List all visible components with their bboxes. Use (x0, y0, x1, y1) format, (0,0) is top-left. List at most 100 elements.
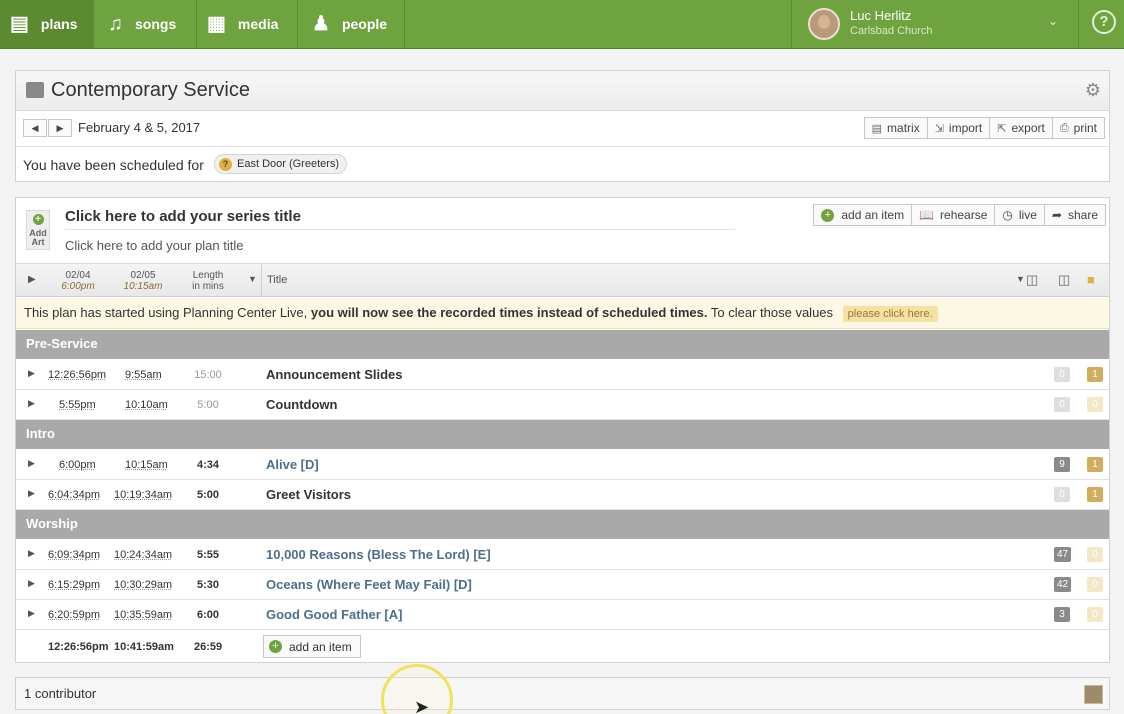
user-menu[interactable]: Luc Herlitz Carlsbad Church ⌄ (791, 0, 1079, 48)
plan-item-row[interactable]: ▶ 6:04:34pm 10:19:34am 5:00 Greet Visitors 0 1 (16, 480, 1109, 510)
attachments-count[interactable]: 0 (1054, 397, 1070, 412)
section-header[interactable]: Worship (16, 510, 1109, 539)
section-header[interactable]: Intro (16, 420, 1109, 449)
time-col-1[interactable]: 02/04 6:00pm (58, 270, 98, 292)
rehearse-button[interactable]: 📖 rehearse (911, 204, 996, 226)
caret-down-icon[interactable]: ▼ (248, 274, 257, 284)
expand-icon[interactable]: ▶ (28, 458, 35, 469)
time-2[interactable]: 10:24:34am (114, 549, 172, 561)
item-length[interactable]: 5:00 (188, 399, 228, 411)
time-1[interactable]: 6:00pm (59, 459, 96, 471)
notes-count[interactable]: 1 (1087, 457, 1103, 472)
expand-icon[interactable]: ▶ (28, 578, 35, 589)
clear-times-link[interactable]: please click here. (842, 306, 938, 322)
item-length[interactable]: 4:34 (188, 459, 228, 471)
tab-media[interactable]: ▦ media (197, 0, 298, 48)
play-all-icon[interactable]: ▶ (28, 274, 36, 285)
import-button[interactable]: ⇲ import (926, 117, 991, 139)
notes-count[interactable]: 1 (1087, 487, 1103, 502)
gear-icon[interactable]: ⚙ (1085, 80, 1101, 101)
time-2[interactable]: 10:15am (125, 459, 168, 471)
attachments-count[interactable]: 3 (1054, 607, 1070, 622)
notes-count[interactable]: 0 (1087, 607, 1103, 622)
expand-icon[interactable]: ▶ (28, 488, 35, 499)
attachments-count[interactable]: 42 (1054, 577, 1072, 592)
position-badge[interactable]: ? East Door (Greeters) (214, 154, 348, 174)
plan-title[interactable]: Click here to add your plan title (65, 238, 243, 253)
item-length[interactable]: 5:00 (188, 489, 228, 501)
notes-count[interactable]: 0 (1087, 397, 1103, 412)
item-title[interactable]: Greet Visitors (266, 487, 351, 502)
help-icon[interactable]: ? (1092, 10, 1116, 34)
next-plan-button[interactable]: ▶ (48, 119, 72, 137)
time-1[interactable]: 12:26:56pm (48, 369, 106, 381)
plan-item-row[interactable]: ▶ 6:15:29pm 10:30:29am 5:30 Oceans (Where Fe… (16, 570, 1109, 600)
item-length[interactable]: 15:00 (188, 369, 228, 381)
item-length[interactable]: 6:00 (188, 609, 228, 621)
time-col-2[interactable]: 02/05 10:15am (122, 270, 164, 292)
plan-item-row[interactable]: ▶ 12:26:56pm 9:55am 15:00 Announcement Slide… (16, 360, 1109, 390)
plan-item-row[interactable]: ▶ 6:00pm 10:15am 4:34 Alive [D] 9 1 (16, 450, 1109, 480)
expand-icon[interactable]: ▶ (28, 548, 35, 559)
tab-songs[interactable]: ♫ songs (94, 0, 197, 48)
item-title[interactable]: Oceans (Where Feet May Fail) [D] (266, 577, 472, 592)
contributors-bar: 1 contributor (15, 677, 1110, 710)
note-icon[interactable]: ■ (1087, 272, 1095, 287)
tab-people[interactable]: ♟ people (298, 0, 405, 48)
time-1[interactable]: 5:55pm (59, 399, 96, 411)
add-art-label: Add Art (29, 228, 47, 247)
item-title[interactable]: 10,000 Reasons (Bless The Lord) [E] (266, 547, 491, 562)
import-icon: ⇲ (934, 122, 944, 135)
item-length[interactable]: 5:30 (188, 579, 228, 591)
section-header[interactable]: Pre-Service (16, 330, 1109, 359)
add-item-button[interactable]: + add an item (263, 635, 361, 658)
item-title[interactable]: Good Good Father [A] (266, 607, 402, 622)
caret-down-icon[interactable]: ▼ (1016, 274, 1025, 284)
attachments-count[interactable]: 0 (1054, 367, 1070, 382)
page-title: Contemporary Service (51, 79, 250, 101)
plus-icon: + (269, 640, 282, 653)
expand-icon[interactable]: ▶ (28, 608, 35, 619)
time-1[interactable]: 6:09:34pm (48, 549, 100, 561)
print-button[interactable]: ⎙ print (1051, 117, 1105, 139)
avatar (808, 8, 840, 40)
share-button[interactable]: ➦ share (1043, 204, 1106, 226)
add-item-button[interactable]: + add an item (813, 204, 913, 226)
series-title[interactable]: Click here to add your series title (65, 208, 301, 225)
time-2[interactable]: 10:35:59am (114, 609, 172, 621)
time-2[interactable]: 10:30:29am (114, 579, 172, 591)
notes-count[interactable]: 0 (1087, 547, 1103, 562)
attachments-count[interactable]: 9 (1054, 457, 1070, 472)
notes-count[interactable]: 0 (1087, 577, 1103, 592)
col-time: 6:00pm (61, 281, 95, 292)
prev-plan-button[interactable]: ◀ (23, 119, 47, 137)
attachments-count[interactable]: 0 (1054, 487, 1070, 502)
export-button[interactable]: ⇱ export (989, 117, 1053, 139)
matrix-button[interactable]: ▤ matrix (863, 117, 928, 139)
item-title[interactable]: Alive [D] (266, 457, 319, 472)
plan-item-row[interactable]: ▶ 6:09:34pm 10:24:34am 5:55 10,000 Reasons (… (16, 540, 1109, 570)
columns-icon[interactable]: ◫ (1026, 272, 1038, 288)
attachments-count[interactable]: 47 (1054, 547, 1072, 562)
live-button[interactable]: ◷ live (994, 204, 1045, 226)
share-icon: ➦ (1051, 208, 1062, 222)
item-title[interactable]: Countdown (266, 397, 337, 412)
button-label: live (1018, 208, 1037, 222)
item-title[interactable]: Announcement Slides (266, 367, 403, 382)
plan-item-row[interactable]: ▶ 6:20:59pm 10:35:59am 6:00 Good Good Father… (16, 600, 1109, 630)
notes-count[interactable]: 1 (1087, 367, 1103, 382)
time-1[interactable]: 6:15:29pm (48, 579, 100, 591)
expand-icon[interactable]: ▶ (28, 368, 35, 379)
plan-item-row[interactable]: ▶ 5:55pm 10:10am 5:00 Countdown 0 0 (16, 390, 1109, 420)
avatar[interactable] (1084, 685, 1103, 704)
time-2[interactable]: 9:55am (125, 369, 162, 381)
expand-icon[interactable]: ▶ (28, 398, 35, 409)
time-2[interactable]: 10:19:34am (114, 489, 172, 501)
tab-plans[interactable]: ▤ plans (0, 0, 94, 48)
time-1[interactable]: 6:20:59pm (48, 609, 100, 621)
time-1[interactable]: 6:04:34pm (48, 489, 100, 501)
item-length[interactable]: 5:55 (188, 549, 228, 561)
time-2[interactable]: 10:10am (125, 399, 168, 411)
attachment-icon[interactable]: ◫ (1058, 272, 1070, 288)
add-art-button[interactable]: + Add Art (26, 210, 50, 250)
